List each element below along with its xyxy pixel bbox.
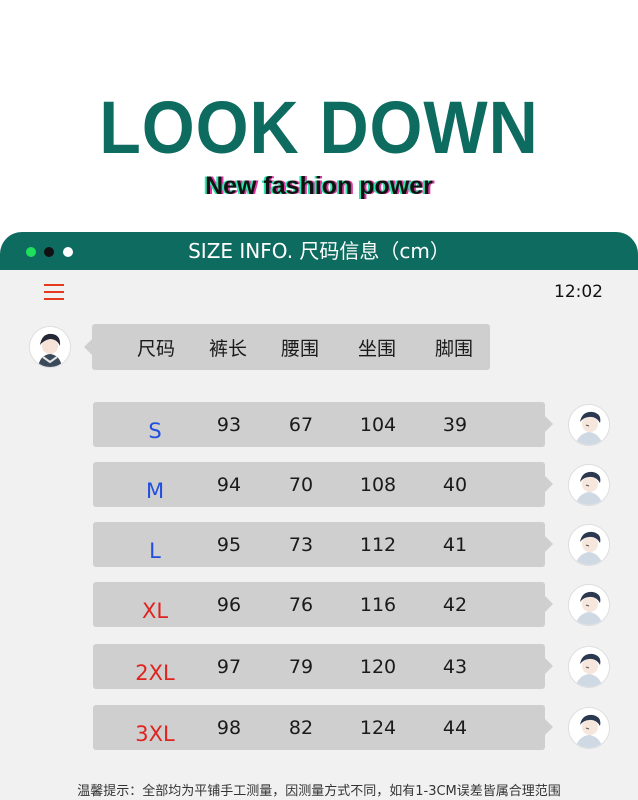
column-header-hem: 脚围 [434,337,473,360]
size-label: S [148,418,162,443]
avatar [29,326,71,368]
measurement-value: 42 [442,593,468,616]
measurement-value: 97 [216,655,242,678]
avatar [568,524,610,566]
measurement-value: 124 [359,716,397,739]
measurement-value: 76 [288,593,314,616]
avatar [568,707,610,749]
measurement-value: 93 [216,413,242,436]
measurement-value: 79 [288,655,314,678]
measurement-value: 40 [442,473,468,496]
size-row: 3XL 98 82 124 44 [93,705,553,750]
measurement-value: 41 [442,533,468,556]
measurement-value: 39 [442,413,468,436]
size-label: XL [141,598,169,623]
size-label: 3XL [135,721,175,746]
measurement-value: 67 [288,413,314,436]
size-label: L [149,538,161,563]
avatar [568,404,610,446]
measurement-value: 73 [288,533,314,556]
clock: 12:02 [554,282,603,302]
tagline: New fashion power [205,172,433,200]
column-header-size: 尺码 [136,337,175,360]
measurement-value: 94 [216,473,242,496]
measurement-value: 108 [359,473,397,496]
size-row: L 95 73 112 41 [93,522,553,567]
avatar [568,584,610,626]
measurement-value: 96 [216,593,242,616]
measurement-value: 116 [359,593,397,616]
measurement-value: 120 [359,655,397,678]
column-header-hip: 坐围 [357,337,396,360]
avatar [568,646,610,688]
size-label: 2XL [135,660,175,685]
avatar [568,464,610,506]
size-row: 2XL 97 79 120 43 [93,644,553,689]
footnote: 温馨提示：全部均为平铺手工测量，因测量方式不同，如有1-3CM误差皆属合理范围 [77,784,561,799]
size-row: XL 96 76 116 42 [93,582,553,627]
measurement-value: 104 [359,413,397,436]
brand-title: LOOK DOWN [99,86,539,169]
menu-icon[interactable] [44,284,64,300]
measurement-value: 44 [442,716,468,739]
measurement-value: 82 [288,716,314,739]
column-header-row: 尺码 裤长 腰围 坐围 脚围 [84,324,490,370]
measurement-value: 112 [359,533,397,556]
size-info-panel: SIZE INFO. 尺码信息（cm） 12:02 尺码 裤长 腰围 坐围 脚围… [0,232,638,800]
panel-title: SIZE INFO. 尺码信息（cm） [188,239,450,263]
measurement-value: 70 [288,473,314,496]
size-row: M 94 70 108 40 [93,462,553,507]
measurement-value: 95 [216,533,242,556]
size-label: M [145,478,165,503]
column-header-length: 裤长 [208,337,247,360]
measurement-value: 43 [442,655,468,678]
size-row: S 93 67 104 39 [93,402,553,447]
panel-header: SIZE INFO. 尺码信息（cm） [0,232,638,270]
column-header-waist: 腰围 [280,337,319,360]
measurement-value: 98 [216,716,242,739]
